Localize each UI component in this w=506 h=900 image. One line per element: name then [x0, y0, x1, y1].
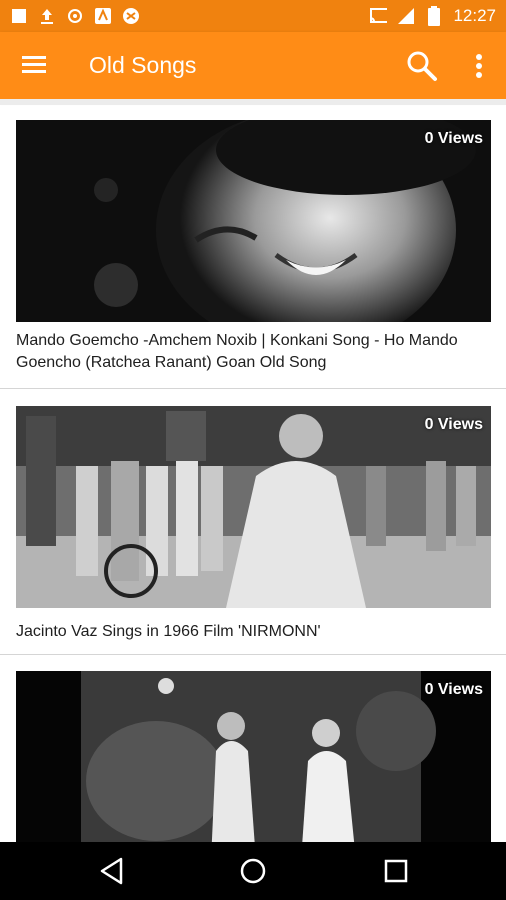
notification-square-icon [10, 7, 28, 25]
video-card[interactable]: 0 Views Mando Goemcho -Amchem Noxib | Ko… [0, 105, 506, 389]
view-count: 0 Views [424, 681, 483, 698]
clock: 12:27 [453, 6, 496, 25]
app-bar: Old Songs [0, 32, 506, 99]
status-system: 12:27 [369, 6, 496, 26]
app-icon [122, 7, 140, 25]
video-title[interactable]: Mando Goemcho -Amchem Noxib | Konkani So… [16, 330, 486, 374]
status-bar: 12:27 [0, 0, 506, 32]
app-icon [94, 7, 112, 25]
view-count: 0 Views [424, 130, 483, 147]
thumbnail-image [16, 671, 491, 842]
more-vertical-icon[interactable] [466, 51, 492, 81]
view-count: 0 Views [424, 416, 483, 433]
video-thumbnail[interactable]: 0 Views [16, 671, 491, 842]
video-title[interactable]: Jacinto Vaz Sings in 1966 Film 'NIRMONN' [16, 621, 486, 643]
back-triangle-icon[interactable] [97, 856, 127, 886]
signal-icon [397, 7, 415, 25]
thumbnail-image [16, 406, 491, 608]
upload-icon [38, 7, 56, 25]
video-card[interactable]: 0 Views Jacinto Vaz Sings in 1966 Film '… [0, 389, 506, 655]
video-card[interactable]: 0 Views [0, 655, 506, 842]
system-navigation-bar [0, 842, 506, 900]
battery-icon [425, 6, 443, 26]
thumbnail-image [16, 120, 491, 322]
search-icon[interactable] [405, 49, 439, 83]
cast-icon [369, 7, 388, 25]
home-circle-icon[interactable] [238, 856, 268, 886]
status-notifications [10, 7, 140, 25]
video-thumbnail[interactable]: 0 Views [16, 120, 491, 322]
page-title: Old Songs [89, 52, 197, 78]
recents-square-icon[interactable] [381, 856, 411, 886]
video-thumbnail[interactable]: 0 Views [16, 406, 491, 608]
sync-icon [66, 7, 84, 25]
video-list[interactable]: 0 Views Mando Goemcho -Amchem Noxib | Ko… [0, 105, 506, 842]
hamburger-menu-icon[interactable] [20, 52, 50, 78]
